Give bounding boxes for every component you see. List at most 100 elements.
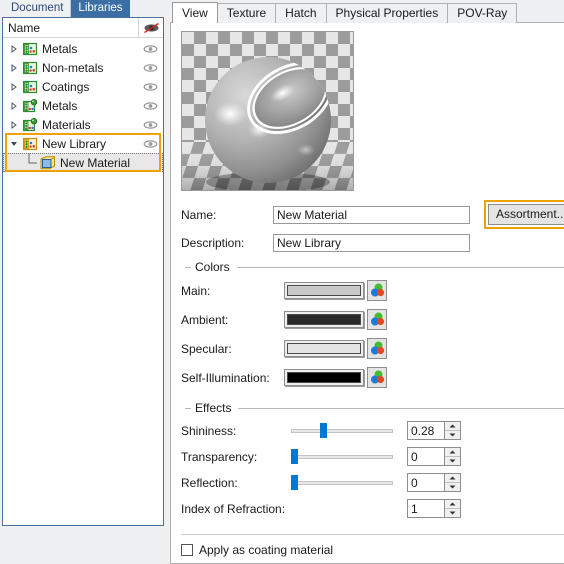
index-of-refraction-label: Index of Refraction: [181,501,286,516]
index-of-refraction-value-input[interactable] [407,499,444,518]
expander-collapsed-icon[interactable] [7,44,21,53]
stepper-down-icon[interactable] [445,483,460,491]
shininess-stepper[interactable] [407,421,461,440]
ambient-color-swatch[interactable] [284,311,364,328]
library-folder-icon [21,42,39,56]
expander-expanded-icon[interactable] [7,140,21,148]
eye-crossed-icon[interactable] [138,18,163,37]
index-of-refraction-stepper[interactable] [407,499,461,518]
reflection-stepper[interactable] [407,473,461,492]
eye-icon[interactable] [137,101,163,111]
stepper-up-icon[interactable] [445,500,460,509]
side-panel-tabstrip: Document Libraries [0,0,166,17]
stepper-arrows[interactable] [444,473,461,492]
name-row: Name: Assortment... [181,200,564,229]
tree-row-new-material[interactable]: New Material [3,153,163,172]
shininess-slider[interactable] [291,422,393,439]
material-folder-icon [21,117,39,132]
library-folder-icon [21,61,39,75]
main-color-fill [287,285,361,296]
effects-group-legend: Effects [181,401,564,415]
properties-tabstrip: View Texture Hatch Physical Properties P… [170,2,564,23]
slider-thumb[interactable] [291,449,298,464]
self-illumination-color-fill [287,372,361,383]
tab-hatch[interactable]: Hatch [275,3,327,23]
material-library-dialog: Document Libraries Name Metals Non-metal… [0,0,564,564]
ambient-color-label: Ambient: [181,312,229,327]
transparency-label: Transparency: [181,449,258,464]
tree-row-materials[interactable]: Materials [3,115,163,134]
effect-row-transparency: Transparency: [181,447,564,466]
index-of-refraction-slider-placeholder [291,500,393,517]
color-picker-icon[interactable] [367,367,387,388]
tab-physical-properties[interactable]: Physical Properties [325,3,449,23]
colors-group: Colors Main: Ambient: Specular: Self-Ill… [181,260,564,396]
library-tree: Metals Non-metals Coatings Metals Materi… [3,38,163,525]
tree-connector-icon [25,153,39,172]
slider-thumb[interactable] [291,475,298,490]
tab-pov-ray[interactable]: POV-Ray [447,3,518,23]
apply-as-coating-checkbox[interactable] [181,544,193,556]
color-row-specular: Specular: [181,338,564,359]
coating-checkbox-row[interactable]: Apply as coating material [181,543,564,557]
color-picker-icon[interactable] [367,280,387,301]
stepper-down-icon[interactable] [445,509,460,517]
eye-icon[interactable] [137,63,163,73]
specular-color-fill [287,343,361,354]
expander-collapsed-icon[interactable] [7,101,21,110]
tree-row-metals-2[interactable]: Metals [3,96,163,115]
color-row-ambient: Ambient: [181,309,564,330]
specular-color-swatch[interactable] [284,340,364,357]
shininess-label: Shininess: [181,423,237,438]
transparency-stepper[interactable] [407,447,461,466]
stepper-arrows[interactable] [444,499,461,518]
tree-row-label: Materials [42,117,91,132]
stepper-up-icon[interactable] [445,474,460,483]
material-item-icon [39,155,57,170]
apply-as-coating-label: Apply as coating material [199,543,334,557]
color-picker-icon[interactable] [367,338,387,359]
stepper-arrows[interactable] [444,421,461,440]
tab-texture[interactable]: Texture [216,3,277,23]
reflection-value-input[interactable] [407,473,444,492]
color-picker-icon[interactable] [367,309,387,330]
name-label: Name: [181,207,217,222]
eye-icon[interactable] [137,139,163,149]
tab-document[interactable]: Document [4,0,70,17]
slider-track [291,429,393,433]
tree-row-coatings[interactable]: Coatings [3,77,163,96]
transparency-value-input[interactable] [407,447,444,466]
tab-libraries[interactable]: Libraries [70,0,130,17]
stepper-up-icon[interactable] [445,448,460,457]
self-illumination-color-swatch[interactable] [284,369,364,386]
name-input[interactable] [273,205,470,224]
reflection-label: Reflection: [181,475,238,490]
tree-row-new-library[interactable]: New Library [3,134,163,153]
assortment-button[interactable]: Assortment... [488,204,564,225]
stepper-down-icon[interactable] [445,457,460,465]
description-row: Description: [181,234,564,252]
ambient-color-fill [287,314,361,325]
effect-row-reflection: Reflection: [181,473,564,492]
slider-thumb[interactable] [319,423,327,438]
expander-collapsed-icon[interactable] [7,82,21,91]
transparency-slider[interactable] [291,448,393,465]
reflection-slider[interactable] [291,474,393,491]
slider-track [291,481,393,485]
eye-icon[interactable] [137,82,163,92]
main-color-swatch[interactable] [284,282,364,299]
stepper-down-icon[interactable] [445,431,460,439]
expander-collapsed-icon[interactable] [7,63,21,72]
tree-row-non-metals[interactable]: Non-metals [3,58,163,77]
eye-icon[interactable] [137,120,163,130]
expander-collapsed-icon[interactable] [7,120,21,129]
tree-column-name: Name [8,20,41,35]
tab-view[interactable]: View [172,2,218,23]
description-input[interactable] [273,234,470,252]
tree-row-metals-1[interactable]: Metals [3,39,163,58]
stepper-up-icon[interactable] [445,422,460,431]
eye-icon[interactable] [137,44,163,54]
stepper-arrows[interactable] [444,447,461,466]
colors-legend-label: Colors [195,260,230,274]
shininess-value-input[interactable] [407,421,444,440]
